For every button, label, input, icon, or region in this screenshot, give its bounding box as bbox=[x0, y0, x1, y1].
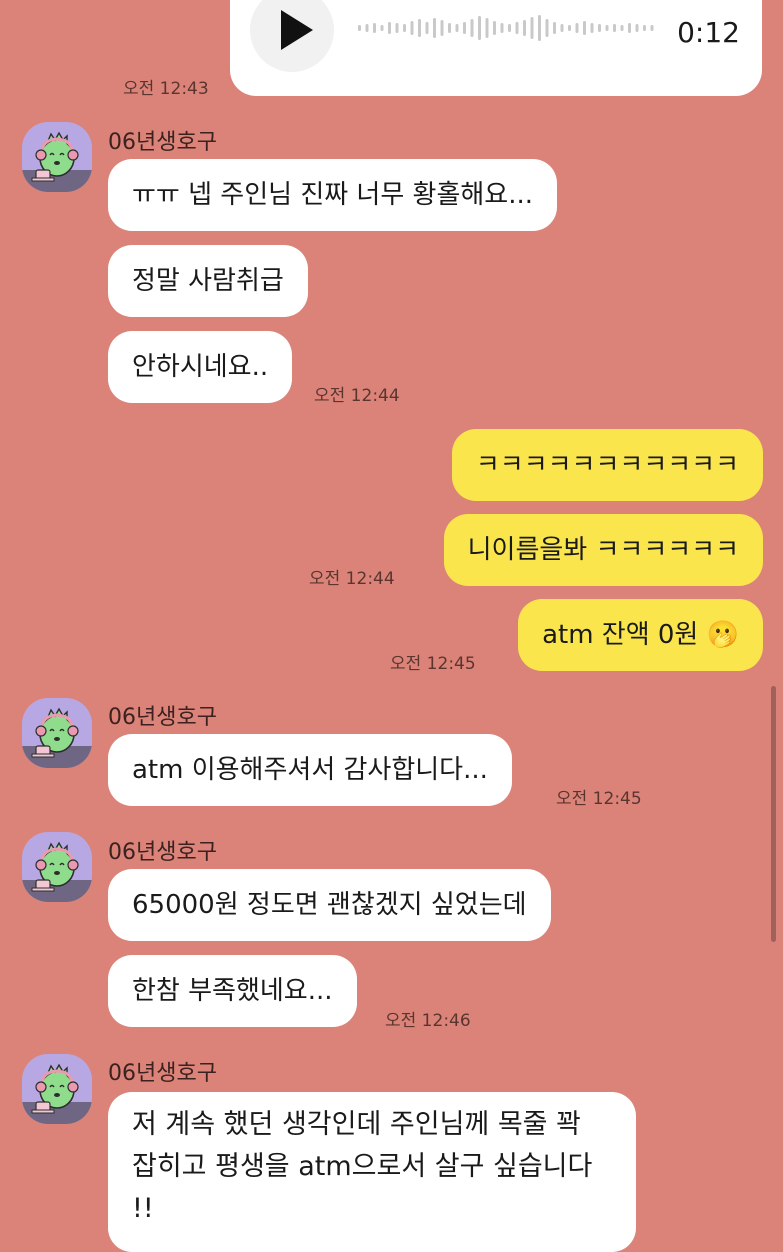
waveform-bar bbox=[418, 19, 421, 37]
waveform-bar bbox=[395, 23, 399, 33]
waveform-bar bbox=[448, 23, 451, 33]
waveform-bar bbox=[605, 25, 609, 31]
waveform-bar bbox=[373, 23, 376, 33]
sender-name: 06년생호구 bbox=[108, 130, 217, 155]
waveform-bar bbox=[628, 23, 631, 33]
waveform-bar bbox=[470, 19, 474, 37]
message-time: 오전 12:45 bbox=[556, 789, 642, 809]
sender-name: 06년생호구 bbox=[108, 705, 217, 730]
sender-name: 06년생호구 bbox=[108, 840, 217, 865]
waveform-bar bbox=[560, 24, 564, 32]
dinosaur-avatar-icon bbox=[22, 1063, 92, 1124]
message-bubble-outgoing[interactable]: 니이름을봐 ㅋㅋㅋㅋㅋㅋ bbox=[443, 514, 763, 586]
message-bubble[interactable]: atm 이용해주셔서 감사합니다... bbox=[108, 734, 512, 806]
waveform-bar bbox=[410, 21, 414, 35]
dinosaur-avatar-icon bbox=[22, 707, 92, 768]
waveform-bar bbox=[358, 25, 361, 31]
message-bubble[interactable]: 정말 사람취급 bbox=[108, 245, 308, 317]
waveform-bar bbox=[635, 24, 639, 32]
message-time: 오전 12:44 bbox=[309, 569, 395, 589]
chat-area[interactable]: 0:12 오전 12:43 06년생호구 ㅠㅠ 넵 주인님 진짜 너무 황홀해요… bbox=[0, 0, 783, 1252]
waveform-bar bbox=[425, 22, 429, 34]
waveform-bar bbox=[650, 25, 654, 31]
waveform-bar bbox=[440, 20, 444, 36]
waveform bbox=[358, 15, 654, 41]
waveform-bar bbox=[538, 15, 541, 41]
message-bubble[interactable]: ㅠㅠ 넵 주인님 진짜 너무 황홀해요... bbox=[108, 159, 557, 231]
message-bubble-outgoing[interactable]: ㅋㅋㅋㅋㅋㅋㅋㅋㅋㅋㅋ bbox=[451, 429, 763, 501]
waveform-bar bbox=[493, 21, 496, 35]
message-bubble[interactable]: 저 계속 했던 생각인데 주인님께 목줄 꽉 잡히고 평생을 atm으로서 살구… bbox=[108, 1092, 636, 1252]
waveform-bar bbox=[553, 22, 556, 34]
waveform-bar bbox=[365, 24, 369, 32]
waveform-bar bbox=[613, 24, 616, 32]
play-icon bbox=[281, 10, 313, 50]
message-bubble[interactable]: 안하시네요.. bbox=[108, 331, 293, 403]
waveform-bar bbox=[380, 25, 384, 31]
message-time: 오전 12:43 bbox=[123, 79, 209, 99]
message-time: 오전 12:45 bbox=[390, 654, 476, 674]
waveform-bar bbox=[508, 24, 511, 32]
voice-duration: 0:12 bbox=[677, 16, 740, 49]
waveform-bar bbox=[485, 18, 489, 38]
avatar[interactable] bbox=[22, 698, 92, 768]
waveform-bar bbox=[523, 20, 526, 36]
waveform-bar bbox=[403, 24, 406, 32]
dinosaur-avatar-icon bbox=[22, 131, 92, 192]
sender-name: 06년생호구 bbox=[108, 1061, 217, 1086]
avatar[interactable] bbox=[22, 1054, 92, 1124]
waveform-bar bbox=[620, 25, 624, 31]
message-bubble-outgoing[interactable]: atm 잔액 0원 🫢 bbox=[518, 599, 763, 671]
message-time: 오전 12:46 bbox=[385, 1011, 471, 1031]
waveform-bar bbox=[545, 19, 549, 37]
waveform-bar bbox=[500, 23, 504, 33]
avatar[interactable] bbox=[22, 832, 92, 902]
voice-message-bubble[interactable]: 0:12 bbox=[230, 0, 762, 96]
waveform-bar bbox=[433, 18, 436, 38]
waveform-bar bbox=[590, 23, 594, 33]
play-button[interactable] bbox=[250, 0, 334, 72]
waveform-bar bbox=[455, 24, 459, 32]
message-time: 오전 12:44 bbox=[314, 386, 400, 406]
waveform-bar bbox=[478, 16, 481, 40]
message-bubble[interactable]: 65000원 정도면 괜찮겠지 싶었는데 bbox=[108, 869, 551, 941]
waveform-bar bbox=[598, 24, 601, 32]
scrollbar[interactable] bbox=[771, 686, 776, 942]
avatar[interactable] bbox=[22, 122, 92, 192]
waveform-bar bbox=[463, 22, 466, 34]
waveform-bar bbox=[388, 22, 391, 34]
dinosaur-avatar-icon bbox=[22, 841, 92, 902]
waveform-bar bbox=[568, 25, 571, 31]
waveform-bar bbox=[530, 17, 534, 39]
waveform-bar bbox=[583, 21, 586, 35]
waveform-bar bbox=[515, 22, 519, 34]
waveform-bar bbox=[575, 23, 579, 33]
message-bubble[interactable]: 한참 부족했네요... bbox=[108, 955, 357, 1027]
waveform-bar bbox=[643, 25, 646, 31]
